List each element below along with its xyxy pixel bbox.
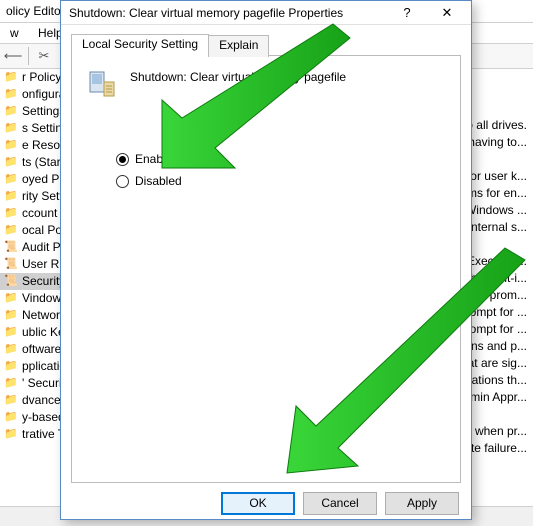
tab-local-security-setting[interactable]: Local Security Setting	[71, 34, 209, 56]
scroll-icon: 📜	[4, 275, 18, 289]
radio-disabled[interactable]: Disabled	[116, 170, 446, 192]
toolbar-separator	[28, 47, 29, 65]
properties-dialog: Shutdown: Clear virtual memory pagefile …	[60, 0, 472, 520]
close-button[interactable]: ✕	[427, 2, 467, 24]
dialog-button-row: OK Cancel Apply	[61, 487, 471, 519]
menu-view[interactable]: w	[2, 23, 27, 43]
folder-icon: 📁	[4, 309, 18, 323]
folder-icon: 📁	[4, 428, 18, 442]
tree-item-label: Settings	[22, 103, 65, 120]
folder-icon: 📁	[4, 292, 18, 306]
toolbar-back-icon[interactable]: ⟵	[4, 47, 22, 65]
dialog-titlebar[interactable]: Shutdown: Clear virtual memory pagefile …	[61, 1, 471, 25]
setting-icon	[86, 68, 118, 100]
toolbar-cut-icon[interactable]: ✂	[35, 47, 53, 65]
setting-name: Shutdown: Clear virtual memory pagefile	[130, 68, 346, 84]
editor-title: olicy Editor	[6, 4, 65, 18]
setting-header: Shutdown: Clear virtual memory pagefile	[86, 68, 446, 100]
folder-icon: 📁	[4, 88, 18, 102]
radio-disabled-indicator	[116, 175, 129, 188]
ok-button[interactable]: OK	[221, 492, 295, 515]
scroll-icon: 📜	[4, 258, 18, 272]
folder-icon: 📁	[4, 394, 18, 408]
tab-strip: Local Security Setting Explain	[71, 34, 461, 56]
radio-group: Enabled Disabled	[116, 148, 446, 192]
folder-icon: 📁	[4, 377, 18, 391]
radio-disabled-label: Disabled	[135, 174, 182, 188]
help-button[interactable]: ?	[387, 2, 427, 24]
folder-icon: 📁	[4, 71, 18, 85]
dialog-title: Shutdown: Clear virtual memory pagefile …	[69, 6, 387, 20]
folder-icon: 📁	[4, 411, 18, 425]
folder-icon: 📁	[4, 190, 18, 204]
cancel-button[interactable]: Cancel	[303, 492, 377, 515]
folder-icon: 📁	[4, 343, 18, 357]
folder-icon: 📁	[4, 207, 18, 221]
radio-enabled-label: Enabled	[135, 152, 179, 166]
tab-page: Shutdown: Clear virtual memory pagefile …	[71, 55, 461, 483]
folder-icon: 📁	[4, 224, 18, 238]
folder-icon: 📁	[4, 139, 18, 153]
folder-icon: 📁	[4, 105, 18, 119]
apply-button[interactable]: Apply	[385, 492, 459, 515]
scroll-icon: 📜	[4, 241, 18, 255]
tab-explain[interactable]: Explain	[208, 35, 269, 57]
dialog-body: Local Security Setting Explain Shutdown:…	[61, 25, 471, 487]
folder-icon: 📁	[4, 360, 18, 374]
folder-icon: 📁	[4, 156, 18, 170]
folder-icon: 📁	[4, 173, 18, 187]
radio-enabled-indicator	[116, 153, 129, 166]
folder-icon: 📁	[4, 122, 18, 136]
radio-enabled[interactable]: Enabled	[116, 148, 446, 170]
tree-item-label: r Policy	[22, 69, 61, 86]
folder-icon: 📁	[4, 326, 18, 340]
